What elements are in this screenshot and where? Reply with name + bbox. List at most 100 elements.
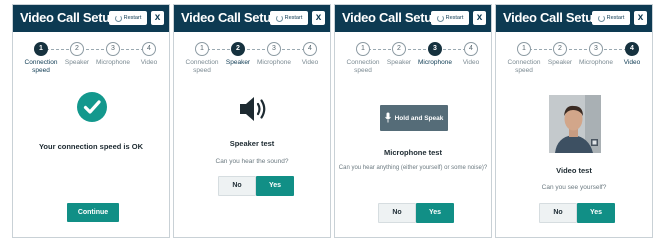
step-label: Microphone <box>418 59 452 66</box>
step-number: 4 <box>142 42 156 56</box>
step-label: Connection speed <box>507 59 541 74</box>
step-number: 1 <box>195 42 209 56</box>
refresh-icon <box>436 14 444 22</box>
test-question: Can you hear anything (either yourself) … <box>338 165 488 171</box>
step-microphone: 3 Microphone <box>93 41 133 67</box>
restart-label: Restart <box>606 15 625 21</box>
step-label: Connection speed <box>24 59 58 74</box>
step-number: 2 <box>70 42 84 56</box>
restart-button[interactable]: Restart <box>109 11 147 25</box>
stepper: 1 Connection speed 2 Speaker 3 Microphon… <box>496 41 652 81</box>
test-question: Can you hear the sound? <box>215 158 289 165</box>
step-connection-speed: 1 Connection speed <box>21 41 61 75</box>
continue-button[interactable]: Continue <box>67 203 119 222</box>
stepper: 1 Connection speed 2 Speaker 3 Microphon… <box>13 41 169 81</box>
close-button[interactable]: x <box>634 11 647 25</box>
status-heading: Your connection speed is OK <box>38 142 144 151</box>
step-speaker: 2 Speaker <box>57 41 97 67</box>
step-number: 3 <box>267 42 281 56</box>
step-microphone: 3 Microphone <box>415 41 455 67</box>
step-video: 4 Video <box>290 41 330 67</box>
step-number: 4 <box>625 42 639 56</box>
no-button[interactable]: No <box>378 203 416 223</box>
step-number: 4 <box>303 42 317 56</box>
refresh-icon <box>597 14 605 22</box>
yes-button[interactable]: Yes <box>577 203 615 223</box>
setup-panel-connection: Video Call Setup Restart x 1 Connection … <box>12 4 170 238</box>
step-label: Speaker <box>64 59 90 66</box>
close-button[interactable]: x <box>473 11 486 25</box>
step-number: 1 <box>34 42 48 56</box>
stepper: 1 Connection speed 2 Speaker 3 Microphon… <box>335 41 491 81</box>
step-number: 2 <box>231 42 245 56</box>
window-title: Video Call Setup <box>181 10 279 25</box>
restart-label: Restart <box>284 15 303 21</box>
window-title: Video Call Setup <box>20 10 118 25</box>
step-connection-speed: 1 Connection speed <box>182 41 222 75</box>
hold-and-speak-label: Hold and Speak <box>394 114 444 122</box>
step-label: Connection speed <box>185 59 219 74</box>
step-label: Video <box>140 59 158 66</box>
step-label: Video <box>462 59 480 66</box>
step-number: 3 <box>428 42 442 56</box>
setup-panel-video: Video Call Setup Restart x 1 Connection … <box>495 4 653 238</box>
step-speaker: 2 Speaker <box>540 41 580 67</box>
step-number: 4 <box>464 42 478 56</box>
microphone-icon <box>384 112 391 125</box>
step-speaker: 2 Speaker <box>379 41 419 67</box>
step-speaker: 2 Speaker <box>218 41 258 67</box>
step-video: 4 Video <box>612 41 652 67</box>
test-heading: Microphone test <box>384 148 442 157</box>
restart-label: Restart <box>123 15 142 21</box>
refresh-icon <box>114 14 122 22</box>
test-heading: Speaker test <box>229 139 275 148</box>
step-number: 2 <box>392 42 406 56</box>
step-number: 2 <box>553 42 567 56</box>
step-connection-speed: 1 Connection speed <box>343 41 383 75</box>
step-label: Connection speed <box>346 59 380 74</box>
step-connection-speed: 1 Connection speed <box>504 41 544 75</box>
restart-label: Restart <box>445 15 464 21</box>
step-label: Speaker <box>225 59 251 66</box>
setup-panel-microphone: Video Call Setup Restart x 1 Connection … <box>334 4 492 238</box>
yes-button[interactable]: Yes <box>416 203 454 223</box>
close-button[interactable]: x <box>151 11 164 25</box>
step-label: Microphone <box>96 59 130 66</box>
yes-button[interactable]: Yes <box>256 176 294 196</box>
step-number: 3 <box>106 42 120 56</box>
step-label: Video <box>623 59 641 66</box>
window-title: Video Call Setup <box>342 10 440 25</box>
step-number: 1 <box>517 42 531 56</box>
titlebar: Video Call Setup Restart x <box>174 5 330 32</box>
refresh-icon <box>275 14 283 22</box>
step-label: Speaker <box>386 59 412 66</box>
checkmark-circle-icon <box>77 92 107 122</box>
hold-and-speak-button[interactable]: Hold and Speak <box>380 105 448 131</box>
test-question: Can you see yourself? <box>541 184 607 191</box>
stepper: 1 Connection speed 2 Speaker 3 Microphon… <box>174 41 330 81</box>
step-number: 3 <box>589 42 603 56</box>
restart-button[interactable]: Restart <box>270 11 308 25</box>
step-label: Speaker <box>547 59 573 66</box>
webcam-preview <box>549 95 601 153</box>
close-button[interactable]: x <box>312 11 325 25</box>
step-number: 1 <box>356 42 370 56</box>
titlebar: Video Call Setup Restart x <box>13 5 169 32</box>
step-video: 4 Video <box>129 41 169 67</box>
titlebar: Video Call Setup Restart x <box>496 5 652 32</box>
speaker-volume-icon <box>230 92 276 126</box>
step-microphone: 3 Microphone <box>254 41 294 67</box>
titlebar: Video Call Setup Restart x <box>335 5 491 32</box>
step-label: Microphone <box>257 59 291 66</box>
test-heading: Video test <box>556 166 592 175</box>
restart-button[interactable]: Restart <box>592 11 630 25</box>
window-title: Video Call Setup <box>503 10 601 25</box>
setup-panel-speaker: Video Call Setup Restart x 1 Connection … <box>173 4 331 238</box>
restart-button[interactable]: Restart <box>431 11 469 25</box>
step-label: Microphone <box>579 59 613 66</box>
step-microphone: 3 Microphone <box>576 41 616 67</box>
no-button[interactable]: No <box>218 176 256 196</box>
step-label: Video <box>301 59 319 66</box>
step-video: 4 Video <box>451 41 491 67</box>
no-button[interactable]: No <box>539 203 577 223</box>
